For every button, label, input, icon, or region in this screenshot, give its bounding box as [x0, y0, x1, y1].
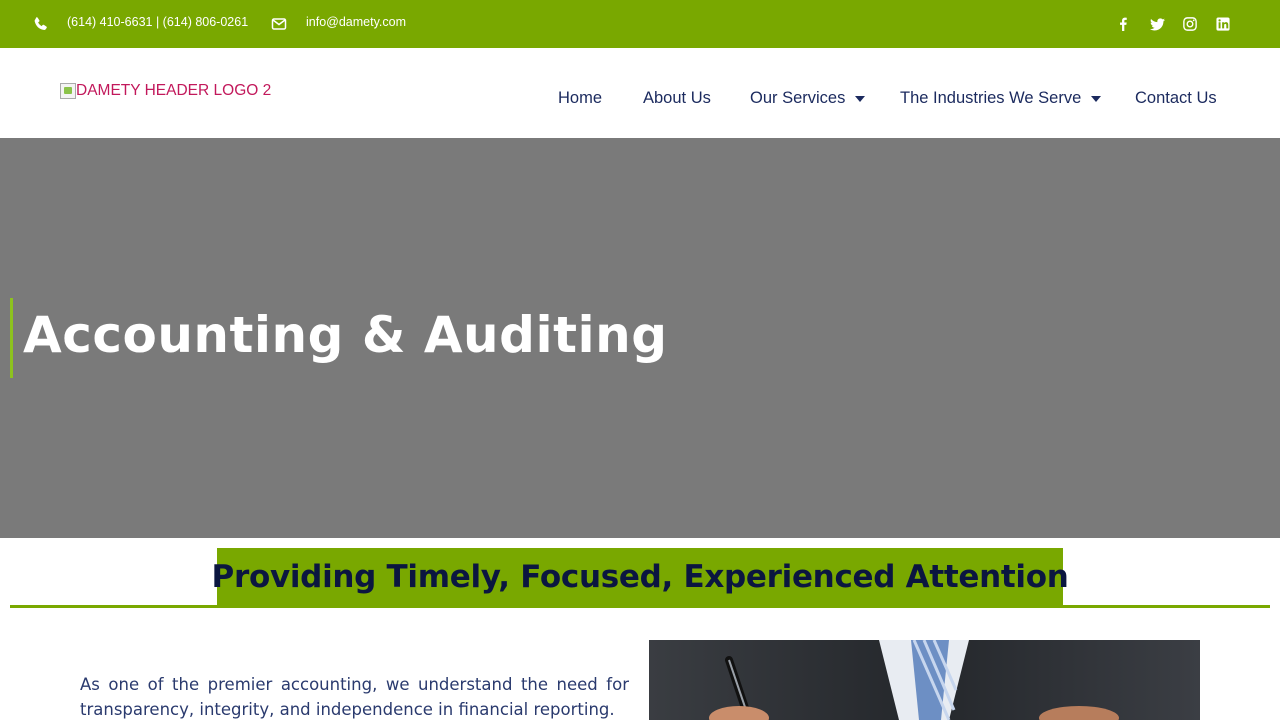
hero-banner: Accounting & Auditing — [0, 138, 1280, 538]
intro-paragraph: As one of the premier accounting, we und… — [80, 675, 629, 719]
phone-icon — [33, 16, 49, 32]
main-nav: Home About Us Our Services The Industrie… — [0, 89, 1280, 111]
nav-contact[interactable]: Contact Us — [1135, 89, 1217, 108]
nav-contact-label: Contact Us — [1135, 89, 1217, 107]
twitter-icon[interactable] — [1147, 14, 1167, 34]
nav-about-label: About Us — [643, 89, 711, 107]
businessman-signing-photo — [649, 640, 1200, 720]
divider — [10, 605, 1270, 608]
facebook-icon[interactable] — [1113, 14, 1133, 34]
caret-down-icon — [855, 95, 866, 102]
phone-numbers[interactable]: (614) 410-6631 | (614) 806-0261 — [67, 15, 248, 29]
email-link[interactable]: info@damety.com — [306, 15, 406, 29]
nav-about[interactable]: About Us — [643, 89, 711, 108]
site-header: DAMETY HEADER LOGO 2 Home About Us Our S… — [0, 48, 1280, 138]
instagram-icon[interactable] — [1180, 14, 1200, 34]
page-title: Accounting & Auditing — [23, 306, 668, 364]
nav-industries[interactable]: The Industries We Serve — [900, 89, 1102, 108]
section-heading: Providing Timely, Focused, Experienced A… — [211, 559, 1069, 595]
nav-home-label: Home — [558, 89, 603, 107]
hero-accent-bar — [10, 298, 13, 378]
caret-down-icon — [1091, 95, 1102, 102]
envelope-icon — [271, 16, 287, 32]
tagline-box: Providing Timely, Focused, Experienced A… — [212, 548, 1069, 606]
nav-home[interactable]: Home — [558, 89, 602, 108]
nav-industries-label: The Industries We Serve — [900, 89, 1082, 107]
nav-services-label: Our Services — [750, 89, 846, 107]
nav-services[interactable]: Our Services — [750, 89, 866, 108]
linkedin-icon[interactable] — [1213, 14, 1233, 34]
top-contact-bar: (614) 410-6631 | (614) 806-0261 info@dam… — [0, 0, 1280, 48]
